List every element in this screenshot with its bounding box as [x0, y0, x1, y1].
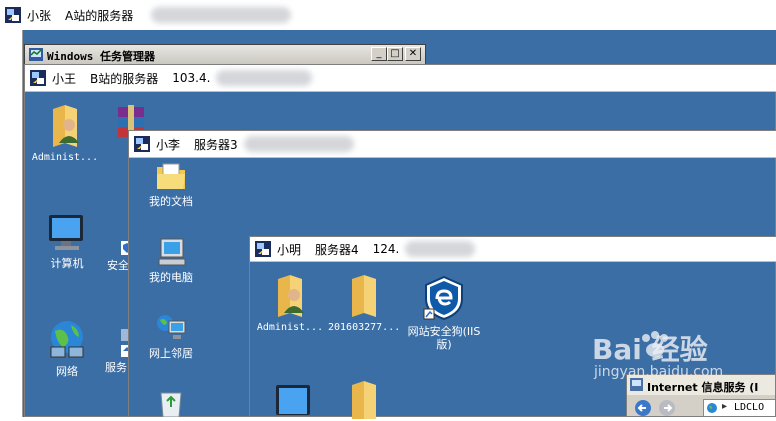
watermark-url: jingyan.baidu.com — [594, 364, 724, 380]
desktop-icon-my-documents[interactable]: 我的文档 — [135, 161, 207, 208]
back-button-icon[interactable] — [633, 399, 653, 417]
icon-label: 我的文档 — [149, 195, 193, 208]
desktop-icon-network-places[interactable]: 网上邻居 — [135, 313, 207, 360]
user-folder-icon — [278, 275, 304, 317]
session-server-name: A站的服务器 — [65, 8, 134, 23]
session-user-name: 小明 — [277, 242, 302, 257]
session-user-name: 小王 — [52, 71, 77, 86]
icon-label: 201603277... — [328, 322, 401, 333]
computer-icon — [49, 215, 83, 250]
forward-button-icon[interactable] — [657, 399, 677, 417]
session-titlebar-wang[interactable]: 小王 B站的服务器 103.4. — [25, 65, 776, 92]
session-server-name: 服务器4 — [315, 242, 359, 257]
desktop-icon-folder-2016[interactable]: 201603277... — [328, 273, 400, 334]
icon-label: Administ... — [256, 322, 324, 333]
session-titlebar-li[interactable]: 小李 服务器3 — [129, 131, 776, 158]
edge-label: 常 — [10, 335, 21, 348]
address-bar[interactable]: ▸ LDCLO — [703, 399, 775, 416]
edge-label: Ir — [10, 247, 18, 260]
redacted-address — [405, 241, 476, 257]
address-separator-icon: ▸ — [722, 401, 728, 412]
session-user-name: 小李 — [156, 137, 181, 152]
desktop-icon-safedog[interactable]: 网站安全狗(IIS版) — [406, 275, 482, 351]
session-ip-address: 103.4. — [172, 71, 211, 85]
folder-icon[interactable] — [346, 379, 382, 419]
edge-label: 息 — [10, 263, 21, 276]
session-server-name: 服务器3 — [194, 137, 238, 152]
desktop-icon-computer[interactable]: 计算机 — [31, 213, 103, 270]
redacted-address — [216, 70, 313, 86]
task-manager-icon — [29, 48, 43, 61]
icon-label: 安全 — [107, 259, 129, 272]
safedog-shield-icon — [423, 275, 463, 321]
maximize-button[interactable]: □ — [387, 47, 403, 61]
network-globe-icon — [50, 321, 84, 358]
remote-desktop-icon — [255, 241, 271, 257]
minimize-button[interactable]: _ — [371, 47, 387, 61]
remote-desktop-icon — [134, 136, 150, 152]
iis-window-title: Internet 信息服务 (I — [647, 381, 759, 394]
redacted-address — [151, 7, 292, 23]
recycle-bin-icon — [160, 392, 182, 417]
icon-label: 网络 — [56, 365, 78, 378]
icon-label: 网站安全狗(IIS版) — [407, 325, 481, 351]
computer-icon[interactable] — [274, 383, 314, 419]
session-ip-address: 124. — [372, 242, 400, 256]
my-computer-icon — [158, 238, 186, 266]
desktop-icon-recycle-bin[interactable] — [135, 387, 207, 421]
desktop-icon-administrator[interactable]: Administ... — [254, 273, 326, 334]
icon-label: 我的电脑 — [149, 271, 193, 284]
remote-desktop-icon — [30, 70, 46, 86]
session-server-name: B站的服务器 — [90, 71, 159, 86]
redacted-address — [243, 136, 354, 152]
task-manager-title: Windows 任务管理器 — [47, 50, 155, 63]
address-text: LDCLO — [734, 402, 765, 413]
desktop-icon-network[interactable]: 网络 — [31, 317, 103, 378]
my-documents-icon — [157, 163, 185, 189]
session-titlebar-zhang[interactable]: 小张 A站的服务器 — [0, 0, 776, 30]
network-places-icon — [157, 315, 186, 339]
task-manager-window[interactable]: Windows 任务管理器 _ □ ✕ — [24, 44, 426, 66]
globe-icon — [707, 403, 717, 413]
folder-icon — [352, 275, 376, 317]
icon-label: Administ... — [31, 152, 99, 163]
close-button[interactable]: ✕ — [405, 47, 421, 61]
remote-desktop-icon — [5, 7, 21, 23]
session-user-name: 小张 — [27, 8, 52, 23]
desktop-icon-administrator[interactable]: Administ... — [29, 103, 101, 164]
icon-label: 计算机 — [50, 257, 84, 270]
desktop-icon-my-computer[interactable]: 我的电脑 — [135, 237, 207, 284]
icon-label: 网上邻居 — [149, 347, 193, 360]
icon-label: 服务 — [105, 361, 127, 374]
session-titlebar-ming[interactable]: 小明 服务器4 124. — [250, 237, 776, 262]
iis-manager-window[interactable]: Internet 信息服务 (I ▸ LDCLO — [626, 374, 776, 417]
user-folder-icon — [53, 105, 79, 147]
